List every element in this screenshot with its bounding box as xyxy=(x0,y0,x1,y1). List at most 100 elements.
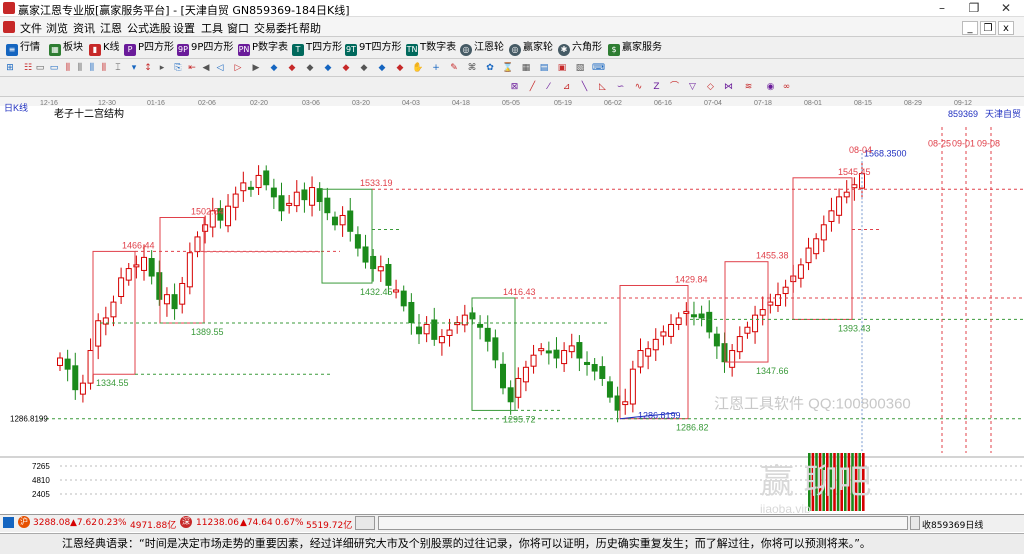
candle-body xyxy=(438,336,445,344)
sub-close-button[interactable]: x xyxy=(998,21,1014,35)
draw-tool-36-icon[interactable]: ⌨ xyxy=(592,62,605,74)
analysis-tool-0-icon[interactable]: ⊠ xyxy=(508,81,521,94)
draw-tool-12-icon[interactable]: ⎘ xyxy=(172,62,184,74)
draw-tool-28-icon[interactable]: ✎ xyxy=(448,62,460,74)
draw-tool-29-icon[interactable]: ⌘ xyxy=(466,62,478,74)
scroll-right-button[interactable] xyxy=(910,516,920,530)
menu-tools[interactable]: 工具 xyxy=(201,20,223,36)
draw-tool-18-icon[interactable]: ◆ xyxy=(268,62,280,74)
draw-tool-30-icon[interactable]: ✿ xyxy=(484,62,496,74)
horizontal-scrollbar[interactable] xyxy=(378,516,908,530)
draw-tool-35-icon[interactable]: ▧ xyxy=(574,62,586,74)
y-axis-label: 1286.8199 xyxy=(10,415,48,424)
candle-body xyxy=(522,366,529,383)
draw-tool-6-icon[interactable]: ⫼ xyxy=(86,62,98,74)
draw-tool-21-icon[interactable]: ◆ xyxy=(322,62,334,74)
toolbar-gann-wheel-button[interactable]: ◎ 江恩轮 xyxy=(460,40,504,56)
analysis-tool-2-icon[interactable]: ⁄ xyxy=(542,81,555,94)
date-tick-label: 05-05 xyxy=(502,100,520,107)
menu-browse[interactable]: 浏览 xyxy=(46,20,68,36)
sub-minimize-button[interactable]: _ xyxy=(962,21,978,35)
toolbar-hexagon-button[interactable]: ✱ 六角形 xyxy=(558,40,602,56)
draw-tool-25-icon[interactable]: ◆ xyxy=(394,62,406,74)
draw-tool-11-icon[interactable]: ▸ xyxy=(156,62,168,74)
toolbar-p-square-button[interactable]: P P四方形 xyxy=(124,40,174,56)
analysis-tool-15-icon[interactable]: ∞ xyxy=(780,81,793,94)
analysis-tool-6-icon[interactable]: ∽ xyxy=(614,81,627,94)
draw-tool-0-icon[interactable]: ⊞ xyxy=(4,62,16,74)
analysis-tool-8-icon[interactable]: Z xyxy=(650,81,663,94)
candle-body xyxy=(194,236,201,253)
candle-body xyxy=(446,329,453,336)
kline-chart[interactable]: 12-16 12-30 01-16 02-06 02-20 03-06 03-20 04-03… xyxy=(0,97,1024,513)
draw-tool-9-icon[interactable]: ▾ xyxy=(128,62,140,74)
analysis-tool-7-icon[interactable]: ∿ xyxy=(632,81,645,94)
draw-tool-23-icon[interactable]: ◆ xyxy=(358,62,370,74)
sz-index-change: ▲74.64 xyxy=(240,518,273,528)
draw-tool-24-icon[interactable]: ◆ xyxy=(376,62,388,74)
draw-tool-31-icon[interactable]: ⌛ xyxy=(502,62,514,74)
menu-info[interactable]: 资讯 xyxy=(73,20,95,36)
toolbar-p-number-table-button[interactable]: PN P数字表 xyxy=(238,40,288,56)
analysis-tool-13-icon[interactable]: ≋ xyxy=(742,81,755,94)
draw-tool-19-icon[interactable]: ◆ xyxy=(286,62,298,74)
draw-tool-13-icon[interactable]: ⇤ xyxy=(186,62,198,74)
analysis-tool-1-icon[interactable]: ╱ xyxy=(526,81,539,94)
candle-body xyxy=(805,247,812,264)
menu-gann[interactable]: 江恩 xyxy=(100,20,122,36)
analysis-tool-9-icon[interactable]: ⌒ xyxy=(668,81,681,94)
draw-tool-15-icon[interactable]: ◁ xyxy=(214,62,226,74)
menu-file[interactable]: 文件 xyxy=(20,20,42,36)
toolbar-9p-square-button[interactable]: 9P 9P四方形 xyxy=(177,40,233,56)
analysis-tool-14-icon[interactable]: ◉ xyxy=(764,81,777,94)
draw-tool-5-icon[interactable]: ⫼ xyxy=(74,62,86,74)
draw-tool-34-icon[interactable]: ▣ xyxy=(556,62,568,74)
draw-tool-2-icon[interactable]: ▭ xyxy=(34,62,46,74)
draw-tool-4-icon[interactable]: ⫼ xyxy=(62,62,74,74)
draw-tool-1-icon[interactable]: ☷ xyxy=(22,62,34,74)
toolbar-winner-wheel-button[interactable]: ◎ 赢家轮 xyxy=(509,40,553,56)
draw-tool-16-icon[interactable]: ▷ xyxy=(232,62,244,74)
toolbar-t-square-button[interactable]: T T四方形 xyxy=(292,40,342,56)
toolbar-t-number-table-button[interactable]: TN T数字表 xyxy=(406,40,456,56)
toolbar-kline-button[interactable]: ▮ K线 xyxy=(89,40,120,56)
analysis-tool-12-icon[interactable]: ⋈ xyxy=(722,81,735,94)
menu-formula[interactable]: 公式选股 xyxy=(127,20,171,36)
draw-tool-14-icon[interactable]: ◀ xyxy=(200,62,212,74)
analysis-tool-3-icon[interactable]: ⊿ xyxy=(560,81,573,94)
draw-tool-8-icon[interactable]: ⌶ xyxy=(112,62,124,74)
draw-tool-22-icon[interactable]: ◆ xyxy=(340,62,352,74)
draw-tool-32-icon[interactable]: ▦ xyxy=(520,62,532,74)
toolbar-service-button[interactable]: $ 赢家服务 xyxy=(608,40,662,56)
watermark-logo-text: 赢 聊吧 xyxy=(760,463,871,501)
sub-maximize-button[interactable]: ❐ xyxy=(980,21,996,35)
menu-settings[interactable]: 设置 xyxy=(173,20,195,36)
minimize-button[interactable]: – xyxy=(926,0,958,17)
analysis-tool-4-icon[interactable]: ╲ xyxy=(578,81,591,94)
draw-tool-7-icon[interactable]: ⫼ xyxy=(98,62,110,74)
menu-trade[interactable]: 交易委托 xyxy=(254,20,298,36)
candle-body xyxy=(263,170,270,186)
draw-tool-33-icon[interactable]: ▤ xyxy=(538,62,550,74)
draw-tool-17-icon[interactable]: ▶ xyxy=(250,62,262,74)
toolbar-9t-square-button[interactable]: 9T 9T四方形 xyxy=(345,40,401,56)
analysis-tool-5-icon[interactable]: ◺ xyxy=(596,81,609,94)
analysis-tool-10-icon[interactable]: ▽ xyxy=(686,81,699,94)
maximize-button[interactable]: ❐ xyxy=(958,0,990,17)
analysis-tool-11-icon[interactable]: ◇ xyxy=(704,81,717,94)
draw-tool-3-icon[interactable]: ▭ xyxy=(48,62,60,74)
menu-window[interactable]: 窗口 xyxy=(227,20,249,36)
grid-icon xyxy=(3,517,14,528)
toolbar-block-button[interactable]: ▦ 板块 xyxy=(49,40,83,56)
draw-tool-20-icon[interactable]: ◆ xyxy=(304,62,316,74)
draw-tool-27-icon[interactable]: + xyxy=(430,62,442,74)
date-tick-label: 08-29 xyxy=(904,100,922,107)
candle-body xyxy=(767,301,774,306)
menu-help[interactable]: 帮助 xyxy=(299,20,321,36)
scroll-left-button[interactable] xyxy=(355,516,375,530)
draw-tool-26-icon[interactable]: ✋ xyxy=(412,62,424,74)
chart-area[interactable]: 12-16 12-30 01-16 02-06 02-20 03-06 03-20 04-03… xyxy=(0,97,1024,513)
toolbar-quote-button[interactable]: ≡ 行情 xyxy=(6,40,40,56)
draw-tool-10-icon[interactable]: ↕ xyxy=(142,62,154,74)
close-button[interactable]: ✕ xyxy=(990,0,1022,17)
